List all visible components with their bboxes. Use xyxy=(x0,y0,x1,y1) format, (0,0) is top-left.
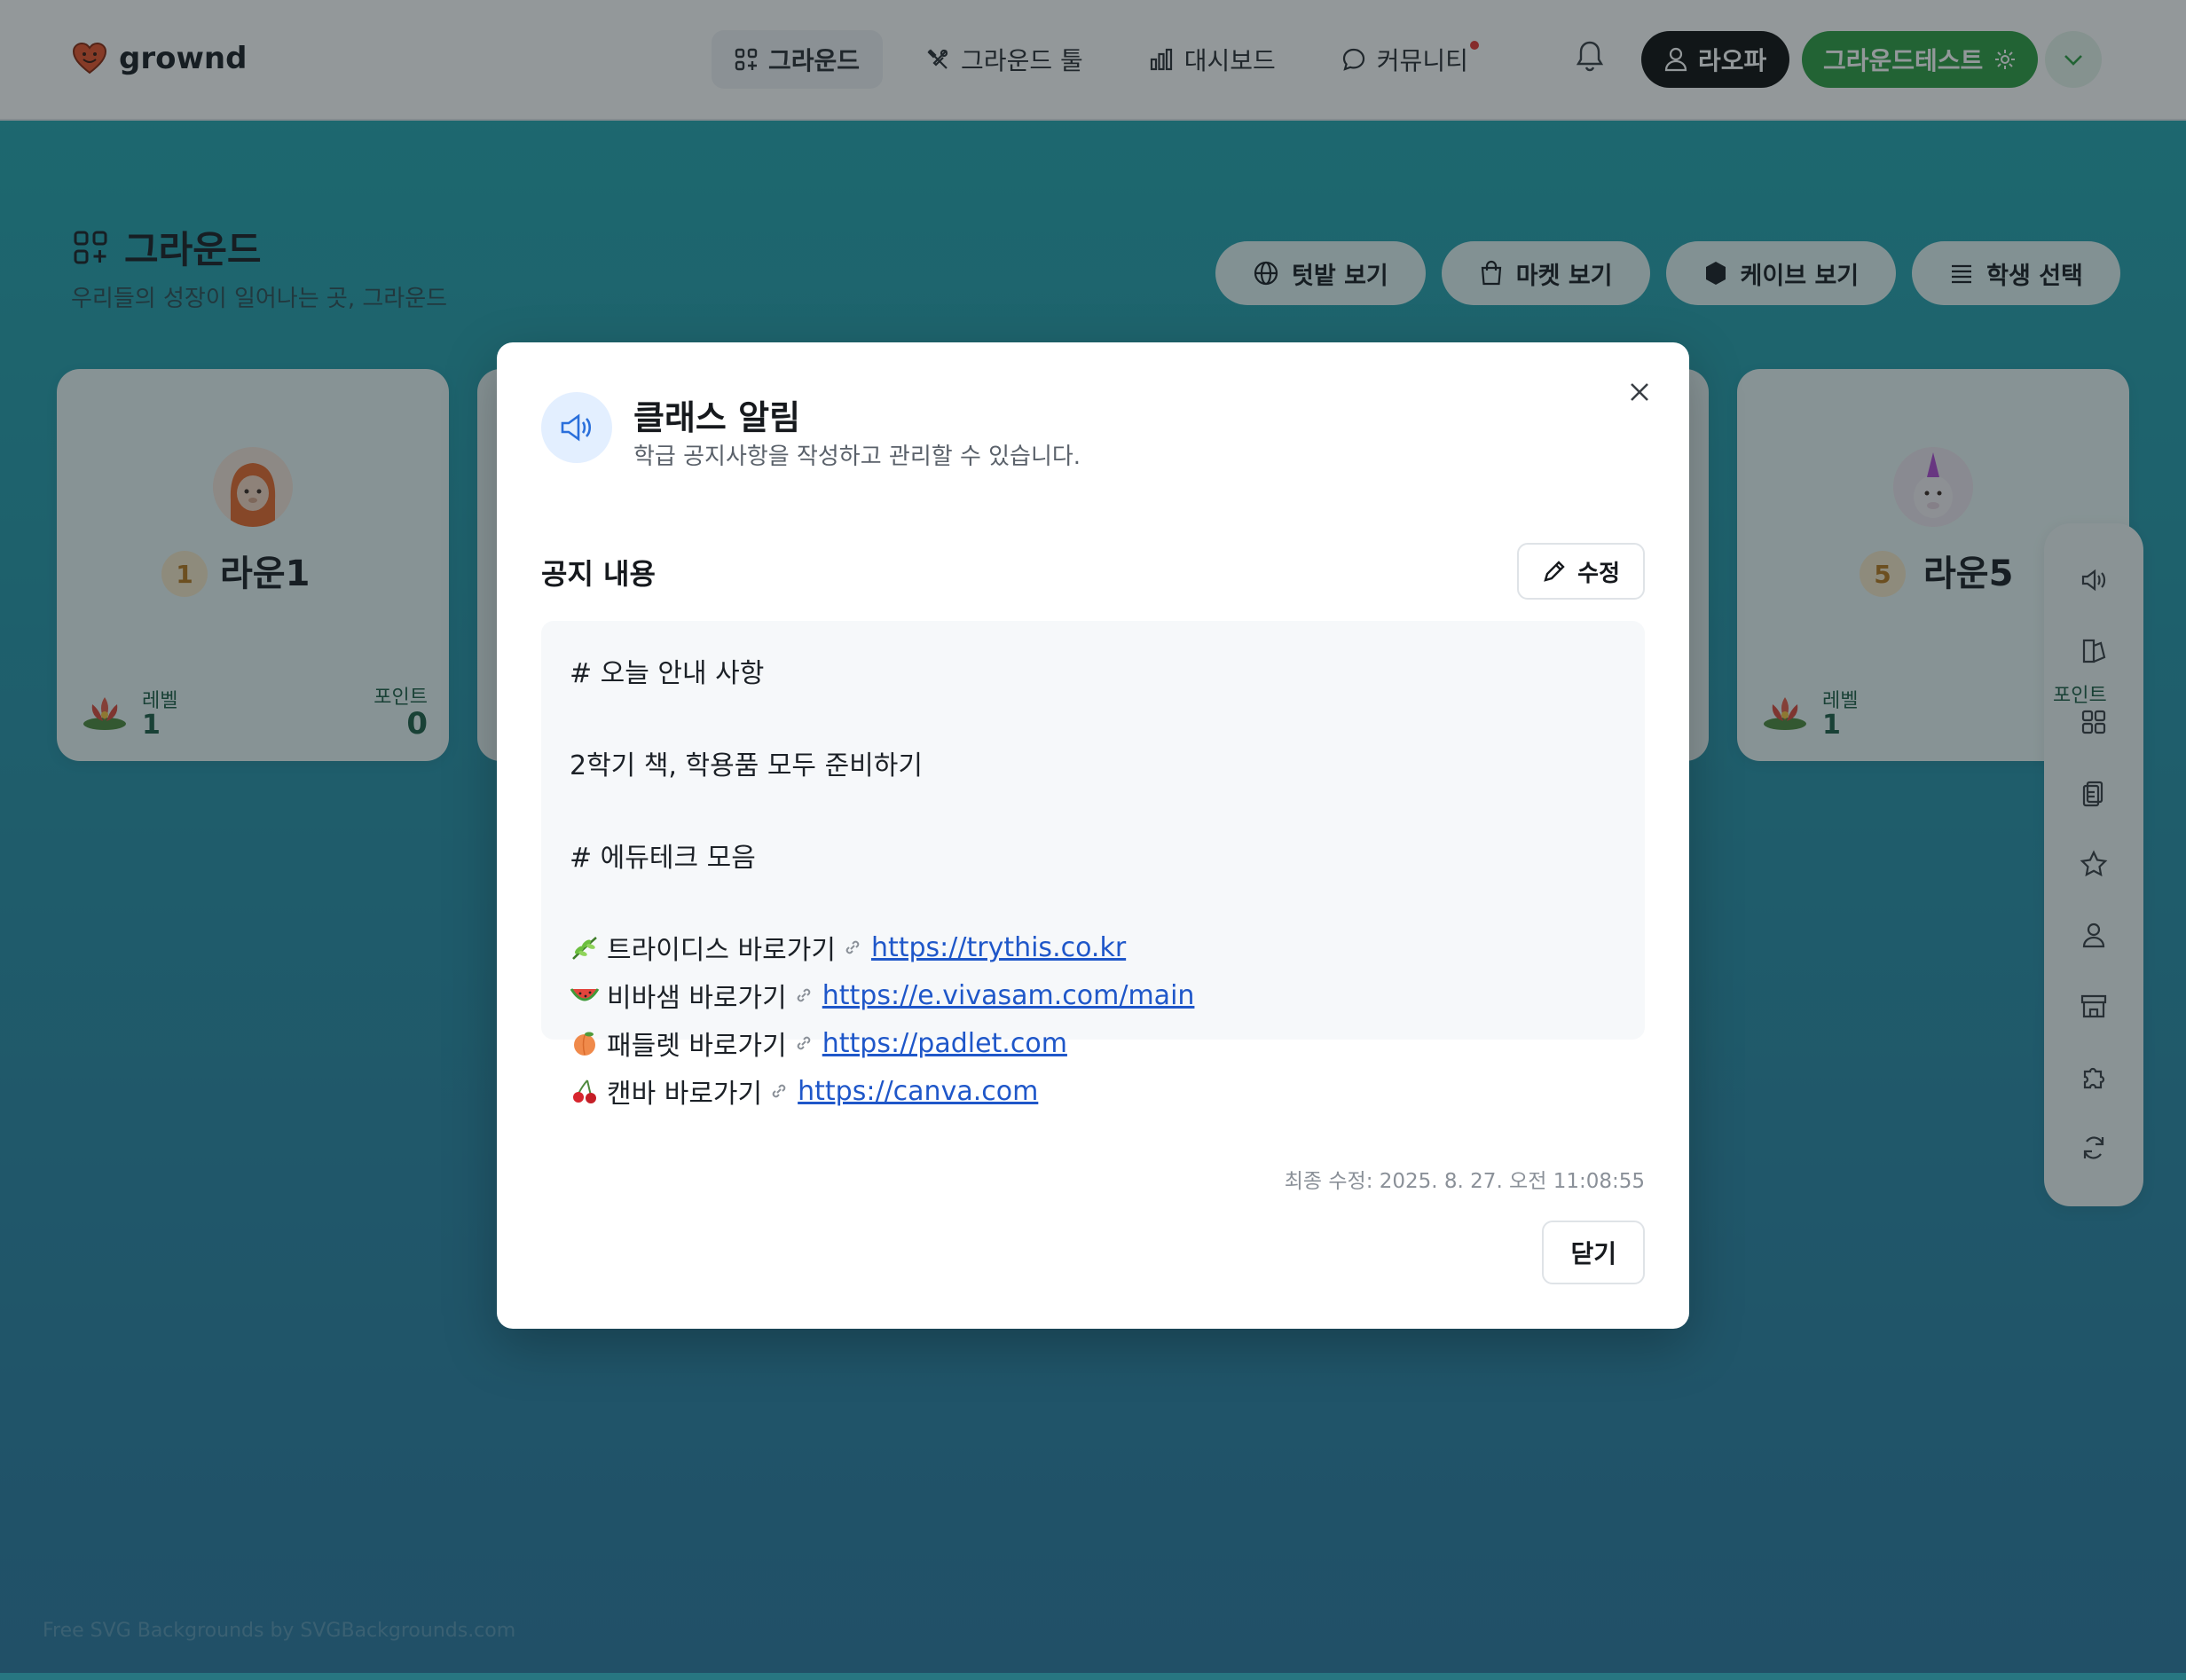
close-label: 닫기 xyxy=(1570,1239,1616,1268)
link-chain-icon xyxy=(845,940,860,954)
link-chain-icon xyxy=(797,1036,811,1050)
link-label: 패들렛 바로가기 xyxy=(607,1031,787,1062)
close-button[interactable]: 닫기 xyxy=(1542,1221,1645,1284)
pencil-icon xyxy=(1544,561,1565,582)
notice-link-row: 패들렛 바로가기 https://padlet.com xyxy=(570,1024,1067,1063)
notice-content: # 오늘 안내 사항 2학기 책, 학용품 모두 준비하기 # 에듀테크 모음 … xyxy=(541,621,1645,1062)
notice-link[interactable]: https://canva.com xyxy=(798,1076,1038,1107)
modal-description: 학급 공지사항을 작성하고 관리할 수 있습니다. xyxy=(633,444,1081,470)
notice-heading: # 오늘 안내 사항 xyxy=(570,658,765,689)
edit-notice-button[interactable]: 수정 xyxy=(1517,543,1645,600)
link-chain-icon xyxy=(797,988,811,1002)
modal-title: 클래스 알림 xyxy=(633,398,801,437)
link-label: 트라이디스 바로가기 xyxy=(607,935,836,966)
notice-heading: # 에듀테크 모음 xyxy=(570,843,756,874)
link-label: 캔바 바로가기 xyxy=(607,1079,763,1110)
link-chain-icon xyxy=(772,1084,786,1098)
close-icon[interactable] xyxy=(1622,374,1657,410)
notice-link-row: 캔바 바로가기 https://canva.com xyxy=(570,1072,1038,1111)
modal-icon-badge xyxy=(541,392,612,463)
link-label: 비바샘 바로가기 xyxy=(607,983,787,1014)
notice-link[interactable]: https://trythis.co.kr xyxy=(871,932,1126,963)
notice-link-row: 비바샘 바로가기 https://e.vivasam.com/main xyxy=(570,976,1194,1015)
notice-paragraph: 2학기 책, 학용품 모두 준비하기 xyxy=(570,750,923,781)
cherries-icon xyxy=(573,1079,596,1103)
notice-link-row: 트라이디스 바로가기 https://trythis.co.kr xyxy=(570,928,1126,967)
watermelon-icon xyxy=(570,988,600,1001)
notice-section-title: 공지 내용 xyxy=(541,557,656,591)
speaker-icon xyxy=(561,413,592,442)
class-notice-modal: 클래스 알림 학급 공지사항을 작성하고 관리할 수 있습니다. 공지 내용 수… xyxy=(497,342,1689,1329)
notice-link[interactable]: https://e.vivasam.com/main xyxy=(822,980,1195,1011)
edit-label: 수정 xyxy=(1577,560,1620,587)
peach-icon xyxy=(574,1032,595,1056)
herb-icon xyxy=(572,937,597,960)
notice-link[interactable]: https://padlet.com xyxy=(822,1028,1067,1059)
last-modified: 최종 수정: 2025. 8. 27. 오전 11:08:55 xyxy=(1284,1170,1645,1193)
